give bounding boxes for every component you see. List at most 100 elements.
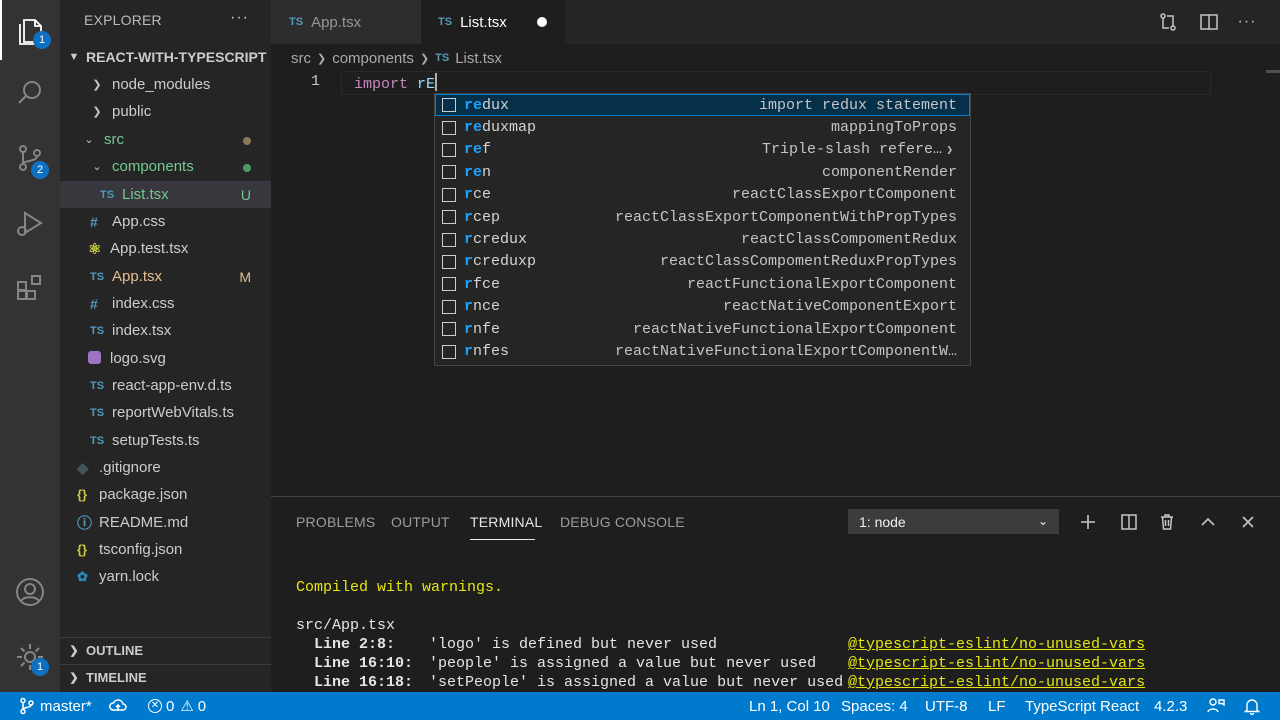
notifications-bell-icon[interactable] [1244, 692, 1260, 720]
source-control-icon[interactable]: 2 [0, 128, 60, 188]
split-editor-icon[interactable] [1197, 10, 1221, 34]
explorer-icon[interactable]: 1 [0, 0, 60, 60]
tree-item-node-modules[interactable]: ❯ node_modules [60, 71, 271, 98]
tree-label: tsconfig.json [99, 541, 183, 558]
run-debug-icon[interactable] [0, 193, 60, 253]
more-actions-icon[interactable]: ··· [1235, 10, 1259, 34]
tree-item-report-web-vitals[interactable]: TS reportWebVitals.ts [60, 399, 271, 426]
unsaved-dot-icon[interactable] [537, 17, 547, 27]
suggestion-item[interactable]: r nfes reactNativeFunctionalExportCompone… [435, 340, 970, 362]
tree-item-tsconfig[interactable]: {} tsconfig.json [60, 536, 271, 563]
activity-bar: 1 2 1 [0, 0, 60, 692]
tree-item-components[interactable]: ⌄ components [60, 153, 271, 180]
suggestion-match: re [464, 119, 483, 137]
suggestion-item[interactable]: r credux reactClassCompomentRedux [435, 228, 970, 250]
json-file-icon: {} [77, 542, 88, 557]
tree-label: yarn.lock [99, 568, 160, 585]
terminal-output[interactable]: Compiled with warnings. src/App.tsx Line… [296, 559, 1145, 692]
suggestion-detail: reactFunctionalExportComponent [686, 275, 957, 293]
tree-item-public[interactable]: ❯ public [60, 98, 271, 125]
suggestion-item[interactable]: r nfe reactNativeFunctionalExportComponen… [435, 318, 970, 340]
tab-problems[interactable]: PROBLEMS [296, 514, 375, 530]
warning-message: 'people' is assigned a value but never u… [429, 655, 817, 672]
chevron-right-icon: ❯ [419, 52, 430, 65]
language-mode[interactable]: TypeScript React [1025, 692, 1139, 720]
suggestion-match: re [464, 163, 483, 181]
tree-item-index-tsx[interactable]: TS index.tsx [60, 317, 271, 344]
tree-item-app-test-tsx[interactable]: ⚛ App.test.tsx [60, 235, 271, 262]
outline-section[interactable]: ❯ OUTLINE [60, 637, 271, 663]
feedback-icon[interactable] [1207, 692, 1225, 720]
suggestion-item[interactable]: r cep reactClassExportComponentWithPropTy… [435, 206, 970, 228]
suggestion-item[interactable]: re dux import redux statement [435, 94, 970, 117]
tree-item-gitignore[interactable]: ◆ .gitignore [60, 454, 271, 481]
suggest-widget[interactable]: re dux import redux statement re duxmap ma… [434, 93, 971, 366]
encoding[interactable]: UTF-8 [925, 692, 968, 720]
typescript-version[interactable]: 4.2.3 [1154, 692, 1187, 720]
suggestion-item[interactable]: r ce reactClassExportComponent [435, 184, 970, 206]
read-more-chevron-icon[interactable]: ❯ [946, 143, 953, 157]
extensions-icon[interactable] [0, 258, 60, 318]
warning-rule: @typescript-eslint/no-unused-vars [848, 674, 1146, 691]
tab-output[interactable]: OUTPUT [391, 514, 450, 530]
suggestion-detail: reactNativeFunctionalExportComponent [632, 320, 957, 338]
timeline-section[interactable]: ❯ TIMELINE [60, 664, 271, 690]
breadcrumb-src[interactable]: src [291, 50, 311, 67]
terminal-select[interactable]: 1: node ⌄ [848, 509, 1059, 534]
tree-item-react-app-env[interactable]: TS react-app-env.d.ts [60, 372, 271, 399]
suggestion-detail: reactClassExportComponentWithPropTypes [614, 208, 957, 226]
tab-terminal[interactable]: TERMINAL [470, 514, 542, 530]
code-line[interactable]: import rE [354, 73, 438, 93]
project-folder[interactable]: ▼ REACT-WITH-TYPESCRIPT [60, 44, 271, 70]
cursor-position[interactable]: Ln 1, Col 10 [749, 692, 830, 720]
editor-scrollbar[interactable] [1266, 70, 1280, 73]
account-icon[interactable] [0, 562, 60, 622]
suggestion-detail: reactClassCompomentReduxPropTypes [659, 253, 957, 271]
suggestion-item[interactable]: re n componentRender [435, 161, 970, 183]
tab-list-tsx[interactable]: TS List.tsx [421, 0, 565, 44]
search-icon[interactable] [0, 63, 60, 123]
snippet-icon [442, 344, 456, 359]
new-terminal-plus-icon[interactable] [1077, 511, 1099, 533]
suggestion-item[interactable]: re f Triple-slash refere… ❯ [435, 139, 970, 161]
breadcrumb-file[interactable]: List.tsx [455, 50, 502, 67]
suggestion-item[interactable]: re duxmap mappingToProps [435, 116, 970, 138]
css-file-icon: # [90, 295, 98, 312]
tree-item-yarn-lock[interactable]: ✿ yarn.lock [60, 563, 271, 590]
tree-item-src[interactable]: ⌄ src [60, 126, 271, 153]
tree-item-package-json[interactable]: {} package.json [60, 481, 271, 508]
typescript-file-icon: TS [90, 434, 105, 447]
breadcrumb-components[interactable]: components [332, 50, 414, 67]
close-panel-icon[interactable] [1237, 511, 1259, 533]
indentation[interactable]: Spaces: 4 [841, 692, 908, 720]
tree-item-index-css[interactable]: # index.css [60, 290, 271, 317]
manage-gear-icon[interactable]: 1 [0, 627, 60, 687]
sync-icon[interactable] [109, 692, 127, 720]
end-of-line[interactable]: LF [988, 692, 1006, 720]
terminal-compiled-line: Compiled with warnings. [296, 579, 504, 596]
warning-icon: ⚠ [180, 698, 194, 715]
tab-debug-console[interactable]: DEBUG CONSOLE [560, 514, 685, 530]
tree-item-app-tsx[interactable]: TS App.tsx M [60, 263, 271, 290]
open-changes-icon[interactable] [1156, 10, 1180, 34]
tree-item-logo-svg[interactable]: logo.svg [60, 345, 271, 372]
tree-label: node_modules [112, 76, 211, 93]
tree-item-setup-tests[interactable]: TS setupTests.ts [60, 427, 271, 454]
tab-app-tsx[interactable]: TS App.tsx [271, 0, 421, 44]
tree-item-list-tsx[interactable]: TS List.tsx U [60, 181, 271, 208]
snippet-icon [442, 98, 456, 113]
split-terminal-icon[interactable] [1118, 511, 1140, 533]
typescript-file-icon: TS [90, 270, 105, 283]
suggestion-item[interactable]: r nce reactNativeComponentExport [435, 296, 970, 318]
git-file-icon: ◆ [77, 459, 89, 477]
active-tab-indicator [470, 539, 535, 540]
branch-indicator[interactable]: master* [19, 692, 92, 720]
more-actions-icon[interactable]: ··· [230, 9, 249, 27]
tree-item-readme[interactable]: ⓘ README.md [60, 509, 271, 536]
trash-icon[interactable] [1156, 511, 1178, 533]
suggestion-item[interactable]: r creduxp reactClassCompomentReduxPropTyp… [435, 251, 970, 273]
problems-indicator[interactable]: ✕ 0 ⚠ 0 [148, 692, 206, 720]
maximize-panel-chevron-up-icon[interactable] [1197, 511, 1219, 533]
suggestion-item[interactable]: r fce reactFunctionalExportComponent [435, 273, 970, 295]
tree-item-app-css[interactable]: # App.css [60, 208, 271, 235]
